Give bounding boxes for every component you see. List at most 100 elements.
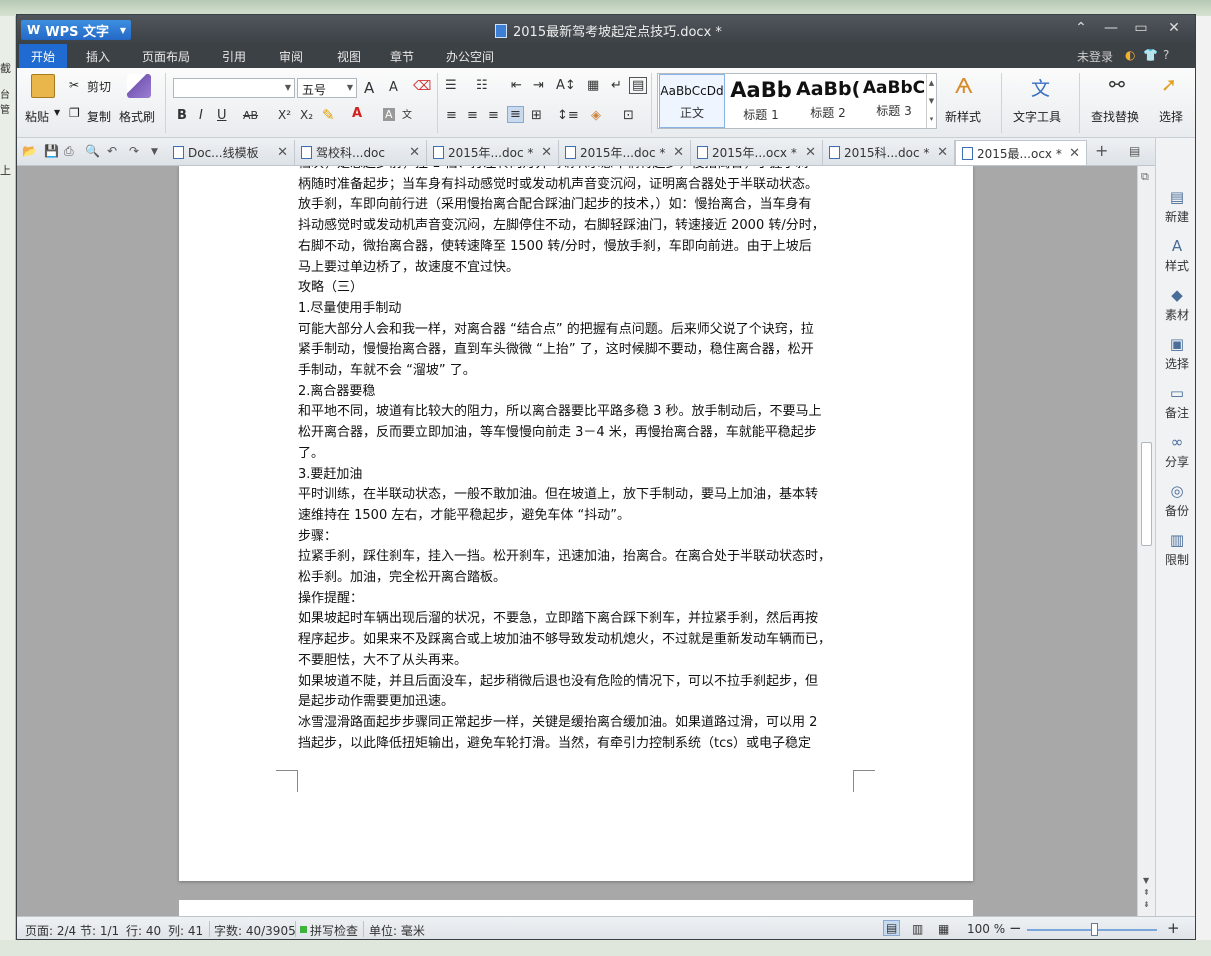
shrink-font-button[interactable]: A bbox=[389, 80, 398, 95]
document-workspace[interactable]: 档次，是总起步前，挂 1 档、打左转向灯并鸣喇叭示意车辆将起步，慢抬离合，手握手… bbox=[17, 166, 1137, 916]
document-line[interactable]: 紧手制动，慢慢抬离合器，直到车头微微 “上抬” 了，这时候脚不要动，稳住离合器，… bbox=[298, 340, 853, 361]
page-indicator[interactable]: 页面: 2/4 bbox=[25, 922, 76, 939]
tab-insert[interactable]: 插入 bbox=[86, 48, 110, 65]
format-painter-icon[interactable] bbox=[127, 74, 151, 98]
scroll-down-icon[interactable]: ▼ bbox=[1143, 876, 1149, 885]
outline-view-icon[interactable]: ▥ bbox=[912, 922, 923, 936]
document-line[interactable]: 了。 bbox=[298, 444, 853, 465]
style-normal[interactable]: AaBbCcDd 正文 bbox=[659, 74, 725, 128]
document-line[interactable]: 可能大部分人会和我一样，对离合器 “结合点” 的把握有点问题。后来师父说了个诀窍… bbox=[298, 320, 853, 341]
style-heading-1[interactable]: AaBb 标题 1 bbox=[728, 74, 794, 128]
doc-tab[interactable]: Doc...线模板 ✕ bbox=[167, 140, 295, 165]
document-line[interactable]: 平时训练，在半联动状态，一般不敢加油。但在坡道上，放下手制动，要马上加油，基本转 bbox=[298, 485, 853, 506]
skin-icon[interactable]: ◐ bbox=[1125, 48, 1135, 62]
document-line[interactable]: 抖动感觉时或发动机声音变沉闷，左脚停住不动，右脚轻踩油门，转速接近 2000 转… bbox=[298, 216, 853, 237]
styles-scroll[interactable]: ▲ ▼ ▾ bbox=[926, 74, 936, 128]
doc-tab-active[interactable]: 2015最...ocx * ✕ bbox=[955, 140, 1087, 165]
zoom-out-button[interactable]: − bbox=[1009, 919, 1022, 937]
next-page-icon[interactable]: ⇟ bbox=[1143, 900, 1150, 909]
close-tab-icon[interactable]: ✕ bbox=[937, 145, 948, 160]
scrollbar-settings-icon[interactable]: ⧉ bbox=[1141, 170, 1149, 184]
document-line[interactable]: 挡起步，以此降低扭矩输出，避免车轮打滑。当然，有牵引力控制系统（tcs）或电子稳… bbox=[298, 734, 853, 755]
new-tab-icon[interactable]: + bbox=[1095, 141, 1108, 160]
side-backup[interactable]: ◎ 备份 bbox=[1156, 482, 1195, 519]
side-select[interactable]: ▣ 选择 bbox=[1156, 335, 1195, 372]
chevron-down-icon[interactable]: ▼ bbox=[151, 147, 158, 157]
zoom-in-button[interactable]: + bbox=[1167, 919, 1180, 937]
close-tab-icon[interactable]: ✕ bbox=[409, 145, 420, 160]
tab-chapter[interactable]: 章节 bbox=[390, 48, 414, 65]
side-styles[interactable]: A 样式 bbox=[1156, 237, 1195, 274]
document-line[interactable]: 放手刹，车即向前行进（采用慢抬离合配合踩油门起步的技术，）如：慢抬离合，当车身有 bbox=[298, 195, 853, 216]
side-new[interactable]: ▤ 新建 bbox=[1156, 188, 1195, 225]
side-restrict[interactable]: ▥ 限制 bbox=[1156, 531, 1195, 568]
side-comments[interactable]: ▭ 备注 bbox=[1156, 384, 1195, 421]
unit-indicator[interactable]: 单位: 毫米 bbox=[369, 922, 425, 939]
format-painter-button[interactable]: 格式刷 bbox=[119, 108, 155, 125]
new-style-button[interactable]: 新样式 bbox=[945, 108, 981, 125]
tab-office-space[interactable]: 办公空间 bbox=[446, 48, 494, 65]
increase-indent-icon[interactable]: ⇥ bbox=[533, 78, 544, 93]
word-count[interactable]: 字数: 40/3905 bbox=[214, 922, 296, 939]
line-spacing-icon[interactable]: ↕≡ bbox=[557, 108, 579, 123]
style-heading-2[interactable]: AaBb( 标题 2 bbox=[796, 74, 860, 128]
document-line[interactable]: 拉紧手刹，踩住刹车，挂入一挡。松开刹车，迅速加油，抬离合。在离合处于半联动状态时… bbox=[298, 547, 853, 568]
open-icon[interactable]: 📂 bbox=[22, 144, 37, 158]
document-line[interactable]: 程序起步。如果来不及踩离合或上坡加油不够导致发动机熄火，不过就是重新发动车辆而已… bbox=[298, 630, 853, 651]
doc-tab[interactable]: 驾校科...doc ✕ bbox=[295, 140, 427, 165]
grow-font-button[interactable]: A bbox=[364, 79, 374, 97]
italic-button[interactable]: I bbox=[199, 108, 203, 123]
decrease-indent-icon[interactable]: ⇤ bbox=[511, 78, 522, 93]
tab-references[interactable]: 引用 bbox=[222, 48, 246, 65]
login-status[interactable]: 未登录 bbox=[1077, 48, 1113, 65]
align-right-icon[interactable]: ≡ bbox=[488, 108, 499, 123]
doc-tab[interactable]: 2015年...doc * ✕ bbox=[427, 140, 559, 165]
document-line[interactable]: 和平地不同，坡道有比较大的阻力，所以离合器要比平路多稳 3 秒。放手制动后，不要… bbox=[298, 402, 853, 423]
document-page[interactable]: 档次，是总起步前，挂 1 档、打左转向灯并鸣喇叭示意车辆将起步，慢抬离合，手握手… bbox=[179, 166, 973, 881]
show-hide-icon[interactable]: ▤ bbox=[629, 77, 648, 94]
collapse-ribbon-icon[interactable]: ⌃ bbox=[1071, 20, 1091, 36]
chevron-down-icon[interactable]: ▼ bbox=[54, 108, 60, 117]
cut-button[interactable]: 剪切 bbox=[87, 78, 111, 95]
subscript-button[interactable]: X₂ bbox=[300, 108, 313, 122]
close-button[interactable]: ✕ bbox=[1164, 20, 1184, 36]
paste-button[interactable]: 粘贴 bbox=[25, 108, 49, 125]
save-icon[interactable]: 💾 bbox=[44, 144, 59, 158]
align-left-icon[interactable]: ≡ bbox=[446, 108, 457, 123]
print-preview-icon[interactable]: 🔍 bbox=[85, 144, 100, 158]
undo-icon[interactable]: ↶ bbox=[107, 144, 117, 158]
tab-page-layout[interactable]: 页面布局 bbox=[142, 48, 190, 65]
web-view-icon[interactable]: ▦ bbox=[938, 922, 949, 936]
document-line[interactable]: 松开离合器，反而要立即加油，等车慢慢向前走 3－4 米，再慢抬离合器，车就能平稳… bbox=[298, 423, 853, 444]
bullet-list-icon[interactable]: ☰ bbox=[445, 78, 457, 93]
copy-button[interactable]: 复制 bbox=[87, 108, 111, 125]
document-line[interactable]: 右脚不动，微抬离合器，使转速降至 1500 转/分时，慢放手刹，车即向前进。由于… bbox=[298, 237, 853, 258]
strikethrough-button[interactable]: AB bbox=[243, 109, 258, 122]
close-tab-icon[interactable]: ✕ bbox=[805, 145, 816, 160]
document-line[interactable]: 如果坡起时车辆出现后溜的状况，不要急，立即踏下离合踩下刹车，并拉紧手刹，然后再按 bbox=[298, 609, 853, 630]
document-line[interactable]: 是起步动作需要更加迅速。 bbox=[298, 692, 853, 713]
shirt-icon[interactable]: 👕 bbox=[1143, 48, 1158, 62]
document-line[interactable]: 1.尽量使用手制动 bbox=[298, 299, 853, 320]
side-materials[interactable]: ◆ 素材 bbox=[1156, 286, 1195, 323]
doc-tab[interactable]: 2015科...doc * ✕ bbox=[823, 140, 955, 165]
find-replace-button[interactable]: 查找替换 bbox=[1091, 108, 1139, 125]
document-line[interactable]: 速维持在 1500 左右，才能平稳起步，避免车体 “抖动”。 bbox=[298, 506, 853, 527]
document-line[interactable]: 马上要过单边桥了，故速度不宜过快。 bbox=[298, 258, 853, 279]
close-tab-icon[interactable]: ✕ bbox=[277, 145, 288, 160]
scrollbar-thumb[interactable] bbox=[1141, 442, 1152, 546]
bold-button[interactable]: B bbox=[177, 108, 187, 123]
document-line[interactable]: 如果坡道不陡，并且后面没车，起步稍微后退也没有危险的情况下，可以不拉手刹起步，但 bbox=[298, 672, 853, 693]
doc-tab[interactable]: 2015年...doc * ✕ bbox=[559, 140, 691, 165]
document-line[interactable]: 2.离合器要稳 bbox=[298, 382, 853, 403]
numbered-list-icon[interactable]: ☷ bbox=[476, 78, 488, 93]
tab-home[interactable]: 开始 bbox=[19, 44, 68, 68]
shading-icon[interactable]: ◈ bbox=[591, 108, 601, 123]
close-tab-icon[interactable]: ✕ bbox=[541, 145, 552, 160]
print-icon[interactable]: ⎙ bbox=[64, 144, 74, 159]
doc-tab[interactable]: 2015年...ocx * ✕ bbox=[691, 140, 823, 165]
select-button[interactable]: 选择 bbox=[1159, 108, 1183, 125]
zoom-level[interactable]: 100 % bbox=[967, 922, 1005, 936]
page-view-icon[interactable]: ▤ bbox=[883, 920, 901, 936]
tab-view[interactable]: 视图 bbox=[337, 48, 361, 65]
